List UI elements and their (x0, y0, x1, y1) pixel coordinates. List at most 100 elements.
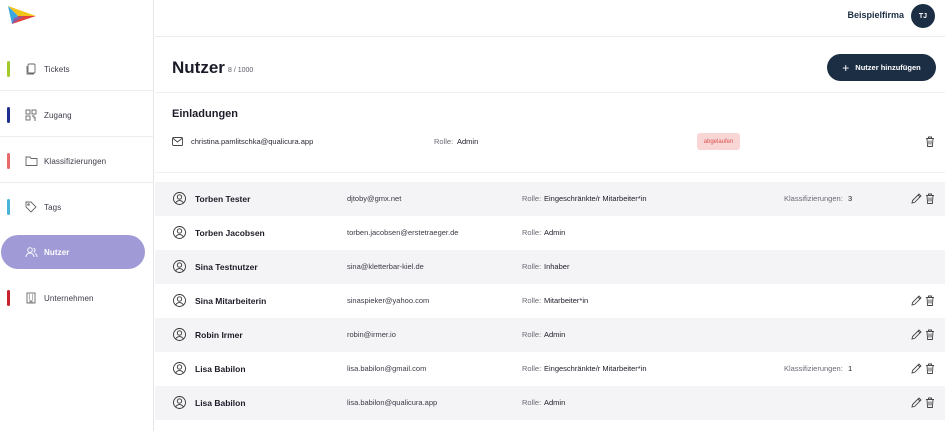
user-role: Mitarbeiter*in (544, 296, 589, 305)
plus-icon: + (842, 60, 850, 75)
table-row[interactable]: Lisa Babilon lisa.babilon@gmail.com Rolle:… (155, 352, 945, 386)
user-email: torben.jacobsen@erstetraeger.de (347, 228, 459, 237)
trash-icon[interactable] (925, 363, 935, 374)
role-label: Rolle: (522, 296, 542, 305)
user-role: Admin (544, 228, 566, 237)
tags-color-bar (7, 199, 10, 215)
invitation-row: christina.pamlitschka@qualicura.app Roll… (155, 128, 945, 156)
add-user-button-label: Nutzer hinzufügen (855, 63, 921, 72)
user-name: Torben Tester (195, 194, 251, 204)
classifications-label: Klassifizierungen: (784, 364, 843, 373)
invitation-email: christina.pamlitschka@qualicura.app (191, 137, 314, 146)
user-email: lisa.babilon@qualicura.app (347, 398, 438, 407)
sidebar-item-label: Tags (44, 202, 62, 212)
user-email: djtoby@gmx.net (347, 194, 402, 203)
role-label: Rolle: (522, 364, 542, 373)
sidebar-item-nutzer[interactable]: Nutzer (0, 229, 154, 275)
qr-code-icon (24, 108, 38, 122)
classifications-count: 3 (848, 194, 853, 203)
sidebar: Tickets Zugang Klassifizierungen Tags Nu… (0, 0, 154, 431)
user-email: sinaspieker@yahoo.com (347, 296, 430, 305)
user-count: 8 / 1000 (228, 67, 254, 74)
edit-icon[interactable] (911, 193, 922, 204)
sidebar-item-unternehmen[interactable]: Unternehmen (0, 275, 154, 321)
table-row[interactable]: Lisa Babilon lisa.babilon@qualicura.app Ro… (155, 386, 945, 420)
edit-icon[interactable] (911, 329, 922, 340)
edit-icon[interactable] (911, 397, 922, 408)
trash-icon[interactable] (925, 329, 935, 340)
user-icon (173, 362, 186, 375)
sidebar-item-label: Unternehmen (44, 293, 94, 303)
sidebar-item-label: Nutzer (44, 247, 70, 257)
user-icon (173, 396, 186, 409)
sidebar-item-tags[interactable]: Tags (0, 184, 154, 230)
role-label: Rolle: (522, 330, 542, 339)
add-user-button[interactable]: + Nutzer hinzufügen (827, 54, 936, 81)
role-label: Rolle: (522, 398, 542, 407)
user-email: sina@kletterbar-kiel.de (347, 262, 424, 271)
role-label: Rolle: (522, 228, 542, 237)
user-name: Lisa Babilon (195, 398, 246, 408)
divider (0, 90, 154, 91)
table-row[interactable]: Torben Tester djtoby@gmx.net Rolle: Eingesc… (155, 182, 945, 216)
trash-icon[interactable] (925, 295, 935, 306)
user-icon (173, 328, 186, 341)
unternehmen-color-bar (7, 290, 10, 306)
divider (0, 136, 154, 137)
table-row[interactable]: Sina Testnutzer sina@kletterbar-kiel.de Ro… (155, 250, 945, 284)
table-row[interactable]: Sina Mitarbeiterin sinaspieker@yahoo.com R… (155, 284, 945, 318)
mail-icon (172, 137, 183, 146)
company-name[interactable]: Beispielfirma (847, 10, 904, 20)
user-name: Lisa Babilon (195, 364, 246, 374)
folder-icon (24, 154, 38, 168)
invitation-role: Admin (457, 137, 479, 146)
user-email: robin@irmer.io (347, 330, 396, 339)
user-name: Robin Irmer (195, 330, 243, 340)
building-icon (24, 291, 38, 305)
invitations-title: Einladungen (172, 108, 238, 120)
klassifizierungen-color-bar (7, 153, 10, 169)
sidebar-item-label: Klassifizierungen (44, 156, 107, 166)
classifications-count: 1 (848, 364, 853, 373)
sidebar-item-klassifizierungen[interactable]: Klassifizierungen (0, 138, 154, 184)
tickets-icon (24, 62, 38, 76)
sidebar-item-tickets[interactable]: Tickets (0, 46, 154, 92)
user-name: Sina Testnutzer (195, 262, 258, 272)
role-label: Rolle: (522, 262, 542, 271)
app-logo[interactable] (6, 4, 38, 28)
edit-icon[interactable] (911, 363, 922, 374)
trash-icon[interactable] (925, 397, 935, 408)
page-title: Nutzer (172, 58, 225, 77)
divider (155, 172, 945, 173)
classifications-label: Klassifizierungen: (784, 194, 843, 203)
user-role: Admin (544, 398, 566, 407)
user-name: Sina Mitarbeiterin (195, 296, 267, 306)
user-icon (173, 226, 186, 239)
sidebar-item-label: Tickets (44, 64, 70, 74)
avatar[interactable]: TJ (911, 4, 935, 28)
user-icon (173, 294, 186, 307)
trash-icon[interactable] (925, 136, 935, 147)
table-row[interactable]: Torben Jacobsen torben.jacobsen@erstetrae… (155, 216, 945, 250)
user-role: Admin (544, 330, 566, 339)
user-role: Eingeschränkte/r Mitarbeiter*in (544, 364, 647, 373)
role-label: Rolle: (434, 137, 454, 146)
status-badge: abgelaufen (697, 133, 740, 150)
sidebar-item-label: Zugang (44, 110, 72, 120)
user-icon (173, 260, 186, 273)
edit-icon[interactable] (911, 295, 922, 306)
tickets-color-bar (7, 61, 10, 77)
sidebar-item-zugang[interactable]: Zugang (0, 92, 154, 138)
divider (0, 182, 154, 183)
role-label: Rolle: (522, 194, 542, 203)
divider (155, 92, 945, 93)
trash-icon[interactable] (925, 193, 935, 204)
user-email: lisa.babilon@gmail.com (347, 364, 427, 373)
user-role: Eingeschränkte/r Mitarbeiter*in (544, 194, 647, 203)
user-icon (173, 192, 186, 205)
user-role: Inhaber (544, 262, 570, 271)
users-icon (24, 245, 38, 259)
tag-icon (24, 200, 38, 214)
zugang-color-bar (7, 107, 10, 123)
table-row[interactable]: Robin Irmer robin@irmer.io Rolle: Admin (155, 318, 945, 352)
